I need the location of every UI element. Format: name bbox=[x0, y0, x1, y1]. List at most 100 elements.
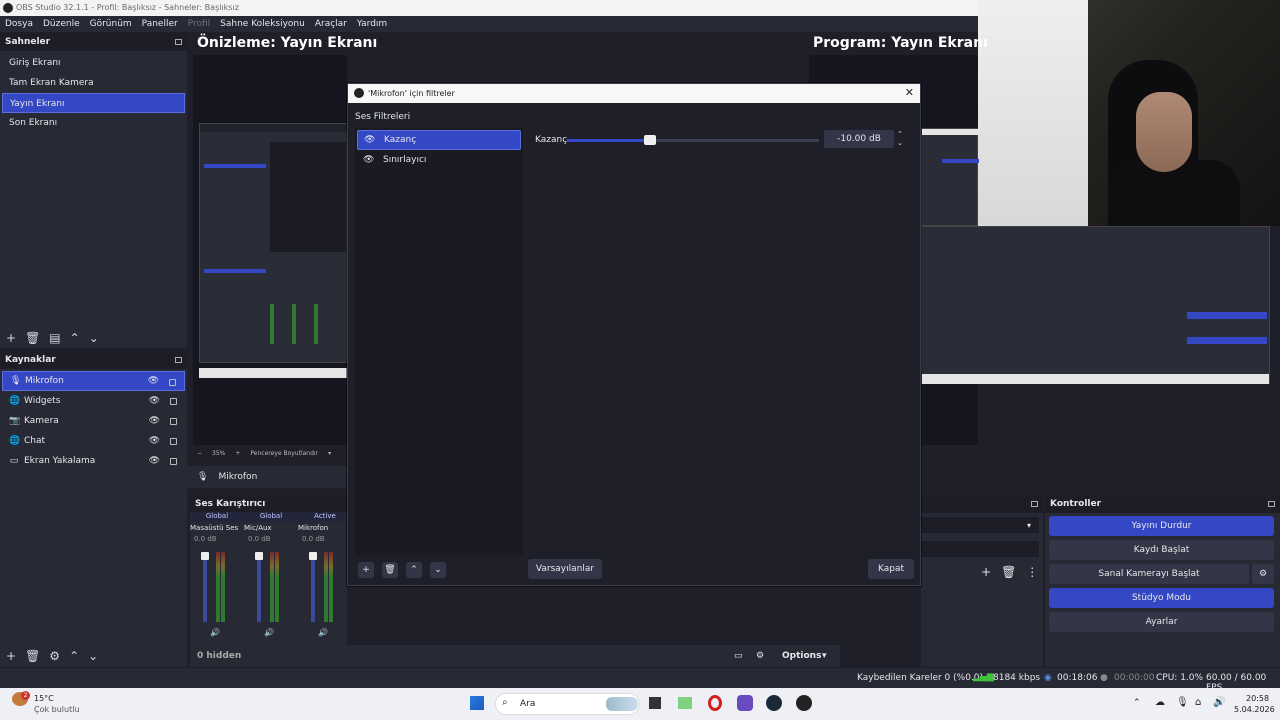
cloud-icon[interactable]: ☁ bbox=[1155, 697, 1165, 708]
preview-canvas[interactable] bbox=[193, 55, 348, 445]
layout-icon[interactable]: ▭ bbox=[734, 651, 743, 661]
eye-icon[interactable]: 👁 bbox=[149, 456, 160, 466]
speaker-icon[interactable]: 🔊 bbox=[318, 628, 328, 637]
steam-icon[interactable] bbox=[766, 695, 782, 711]
start-virtual-camera-button[interactable]: Sanal Kamerayı Başlat bbox=[1049, 564, 1249, 584]
channel-name[interactable]: Mikrofon bbox=[298, 524, 352, 532]
menu-scene-collection[interactable]: Sahne Koleksiyonu bbox=[220, 19, 305, 29]
scene-item[interactable]: Giriş Ekranı bbox=[2, 53, 185, 73]
app-icon[interactable] bbox=[678, 697, 692, 709]
add-icon[interactable]: + bbox=[6, 649, 16, 663]
taskbar-search[interactable]: ⌕ Ara bbox=[495, 693, 640, 715]
discord-icon[interactable] bbox=[737, 695, 753, 711]
eye-icon[interactable]: 👁 bbox=[149, 436, 160, 446]
gain-value-field[interactable]: -10.00 dB bbox=[824, 130, 894, 148]
menu-docks[interactable]: Paneller bbox=[142, 19, 178, 29]
menu-tools[interactable]: Araçlar bbox=[315, 19, 347, 29]
network-icon[interactable]: ⌂ bbox=[1195, 697, 1201, 708]
stop-stream-button[interactable]: Yayını Durdur bbox=[1049, 516, 1274, 536]
channel-name[interactable]: Masaüstü Ses bbox=[190, 524, 244, 532]
studio-mode-button[interactable]: Stüdyo Modu bbox=[1049, 588, 1274, 608]
trash-icon[interactable]: 🗑 bbox=[25, 331, 40, 345]
channel-name[interactable]: Mic/Aux bbox=[244, 524, 298, 532]
microphone-icon[interactable]: 🎙 bbox=[1176, 697, 1189, 708]
chevron-down-icon[interactable]: ▾ bbox=[822, 651, 827, 661]
source-item-chat[interactable]: 🌐 Chat 👁 bbox=[2, 431, 185, 451]
scene-item-selected[interactable]: Yayın Ekranı bbox=[2, 93, 185, 113]
lock-icon[interactable] bbox=[170, 458, 177, 465]
volume-icon[interactable]: 🔊 bbox=[1213, 697, 1225, 708]
move-down-icon[interactable]: ⌄ bbox=[430, 562, 446, 578]
undock-icon[interactable] bbox=[175, 357, 182, 363]
add-icon[interactable]: + bbox=[6, 331, 16, 345]
lock-icon[interactable] bbox=[169, 379, 176, 386]
menu-profile[interactable]: Profil bbox=[188, 19, 210, 29]
clock-time[interactable]: 20:58 bbox=[1246, 694, 1269, 703]
close-button[interactable]: Kapat bbox=[868, 559, 914, 579]
scene-item[interactable]: Son Ekranı bbox=[2, 113, 185, 133]
menu-edit[interactable]: Düzenle bbox=[43, 19, 80, 29]
move-down-icon[interactable]: ⌄ bbox=[88, 649, 98, 663]
task-view-icon[interactable] bbox=[649, 697, 661, 709]
fit-window-button[interactable]: Pencereye Boyutlandır bbox=[250, 450, 318, 457]
close-icon[interactable]: ✕ bbox=[905, 86, 914, 99]
duration-field[interactable] bbox=[921, 541, 1039, 557]
trash-icon[interactable]: 🗑 bbox=[1001, 565, 1016, 579]
lock-icon[interactable] bbox=[170, 398, 177, 405]
undock-icon[interactable] bbox=[175, 39, 182, 45]
defaults-button[interactable]: Varsayılanlar bbox=[528, 559, 602, 579]
move-down-icon[interactable]: ⌄ bbox=[89, 331, 99, 345]
undock-icon[interactable] bbox=[1031, 501, 1038, 507]
start-icon[interactable] bbox=[470, 696, 484, 710]
lock-icon[interactable] bbox=[170, 418, 177, 425]
move-up-icon[interactable]: ⌃ bbox=[69, 649, 79, 663]
filter-item-kazanc[interactable]: 👁 Kazanç bbox=[357, 130, 521, 150]
move-up-icon[interactable]: ⌃ bbox=[70, 331, 80, 345]
gear-icon[interactable]: ⚙ bbox=[1252, 564, 1274, 584]
eye-icon[interactable]: 👁 bbox=[149, 416, 160, 426]
zoom-in-icon[interactable]: + bbox=[235, 450, 240, 457]
add-icon[interactable]: + bbox=[358, 562, 374, 578]
zoom-out-icon[interactable]: − bbox=[197, 450, 202, 457]
menu-view[interactable]: Görünüm bbox=[90, 19, 132, 29]
trash-icon[interactable]: 🗑 bbox=[25, 649, 40, 663]
chevron-up-icon[interactable]: ⌃ bbox=[1133, 698, 1141, 708]
transition-select[interactable] bbox=[921, 517, 1039, 533]
lock-icon[interactable] bbox=[170, 438, 177, 445]
eye-icon[interactable]: 👁 bbox=[149, 396, 160, 406]
source-item-widgets[interactable]: 🌐 Widgets 👁 bbox=[2, 391, 185, 411]
start-recording-button[interactable]: Kaydı Başlat bbox=[1049, 540, 1274, 560]
source-item-kamera[interactable]: 📷 Kamera 👁 bbox=[2, 411, 185, 431]
speaker-icon[interactable]: 🔊 bbox=[264, 628, 274, 637]
options-button[interactable]: Options bbox=[782, 651, 821, 661]
volume-slider[interactable] bbox=[311, 552, 315, 622]
volume-slider[interactable] bbox=[203, 552, 207, 622]
gear-link-icon[interactable]: ⚙ bbox=[756, 651, 764, 661]
chevron-down-icon[interactable]: ▾ bbox=[1027, 521, 1031, 530]
obs-taskbar-icon[interactable] bbox=[796, 695, 812, 711]
gain-slider[interactable] bbox=[567, 135, 819, 145]
more-icon[interactable]: ⋮ bbox=[1026, 565, 1038, 579]
scene-item[interactable]: Tam Ekran Kamera bbox=[2, 73, 185, 93]
volume-slider[interactable] bbox=[257, 552, 261, 622]
eye-icon[interactable]: 👁 bbox=[363, 155, 375, 165]
move-up-icon[interactable]: ⌃ bbox=[406, 562, 422, 578]
menu-help[interactable]: Yardım bbox=[357, 19, 387, 29]
menu-file[interactable]: Dosya bbox=[5, 19, 33, 29]
chevron-down-icon[interactable]: ▾ bbox=[328, 450, 331, 457]
source-item-mikrofon[interactable]: 🎙 Mikrofon 👁 bbox=[2, 371, 185, 391]
eye-icon[interactable]: 👁 bbox=[148, 376, 159, 386]
add-icon[interactable]: + bbox=[981, 565, 991, 579]
trash-icon[interactable]: 🗑 bbox=[382, 562, 398, 578]
speaker-icon[interactable]: 🔊 bbox=[210, 628, 220, 637]
clock-date[interactable]: 5.04.2026 bbox=[1234, 705, 1275, 714]
spin-icon[interactable]: ⌃ ⌄ bbox=[897, 130, 903, 148]
filter-icon[interactable]: ▤ bbox=[49, 331, 60, 345]
settings-button[interactable]: Ayarlar bbox=[1049, 612, 1274, 632]
eye-icon[interactable]: 👁 bbox=[364, 135, 376, 145]
gear-icon[interactable]: ⚙ bbox=[49, 649, 60, 663]
filter-item-sinirlayici[interactable]: 👁 Sınırlayıcı bbox=[357, 150, 521, 170]
opera-icon[interactable] bbox=[708, 695, 722, 711]
undock-icon[interactable] bbox=[1268, 501, 1275, 507]
source-item-ekran-yakalama[interactable]: ▭ Ekran Yakalama 👁 bbox=[2, 451, 185, 471]
